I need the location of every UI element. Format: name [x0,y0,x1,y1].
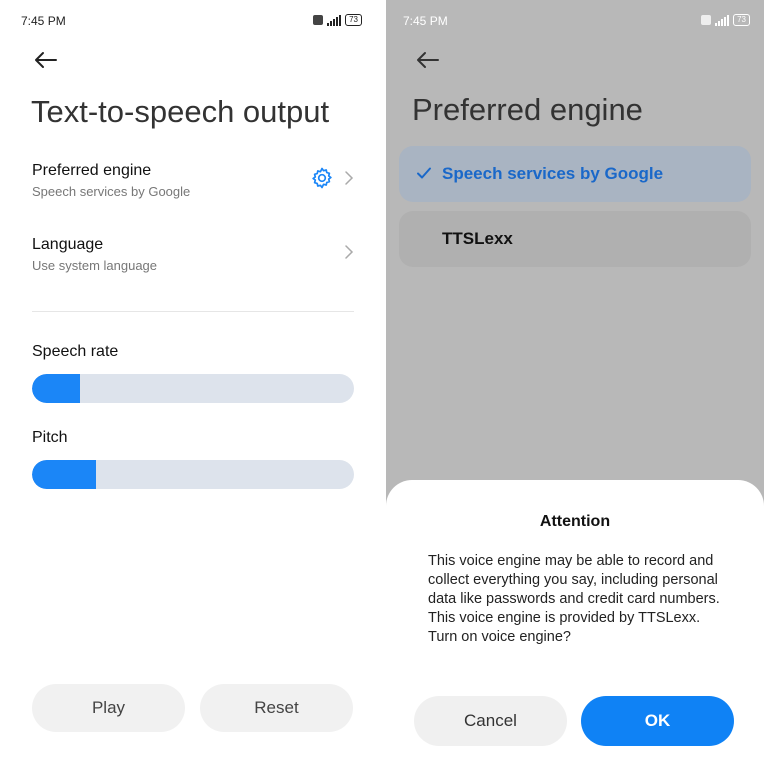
engine-option-label: TTSLexx [442,229,513,248]
speech-rate-label: Speech rate [32,343,119,360]
signal-icon [327,14,342,26]
pitch-fill [32,460,97,489]
attention-dialog: Attention This voice engine may be able … [386,480,764,768]
status-time: 7:45 PM [21,14,66,28]
engine-option-ttslexx[interactable]: TTSLexx [399,211,751,267]
play-button[interactable]: Play [32,684,185,732]
chevron-right-icon [345,245,354,259]
status-icons: 73 [701,14,750,26]
section-divider [32,311,354,312]
preferred-engine-screen: 7:45 PM 73 Preferred engine Speech servi… [386,0,764,768]
back-arrow-icon[interactable] [32,48,58,72]
status-bar: 7:45 PM 73 [386,10,764,32]
chevron-right-icon [345,171,354,185]
gear-icon[interactable] [310,166,334,190]
reset-button[interactable]: Reset [200,684,353,732]
page-title: Preferred engine [412,92,643,127]
back-arrow-icon[interactable] [414,48,440,72]
signal-icon [715,14,730,26]
volte-icon [313,15,324,25]
language-subtitle: Use system language [32,258,158,273]
status-bar: 7:45 PM 73 [0,10,376,32]
engine-option-label: Speech services by Google [442,164,664,183]
speech-rate-fill [32,374,81,403]
volte-icon [701,15,712,25]
battery-icon: 73 [733,14,750,26]
preferred-engine-subtitle: Speech services by Google [32,184,191,199]
check-icon [417,167,431,179]
engine-option-google[interactable]: Speech services by Google [399,146,751,202]
dialog-message: This voice engine may be able to record … [428,553,720,645]
language-title: Language [32,236,104,253]
cancel-button[interactable]: Cancel [414,696,567,746]
ok-button[interactable]: OK [581,696,734,746]
pitch-label: Pitch [32,429,68,446]
dialog-title: Attention [539,513,611,530]
status-icons: 73 [313,14,362,26]
preferred-engine-row[interactable]: Preferred engine Speech services by Goog… [32,162,354,212]
page-title: Text-to-speech output [31,94,330,129]
status-time: 7:45 PM [403,14,448,28]
preferred-engine-title: Preferred engine [32,162,152,179]
battery-icon: 73 [345,14,362,26]
language-row[interactable]: Language Use system language [32,236,354,286]
pitch-slider[interactable] [32,460,354,489]
tts-settings-screen: 7:45 PM 73 Text-to-speech output Preferr… [0,0,376,768]
speech-rate-slider[interactable] [32,374,354,403]
